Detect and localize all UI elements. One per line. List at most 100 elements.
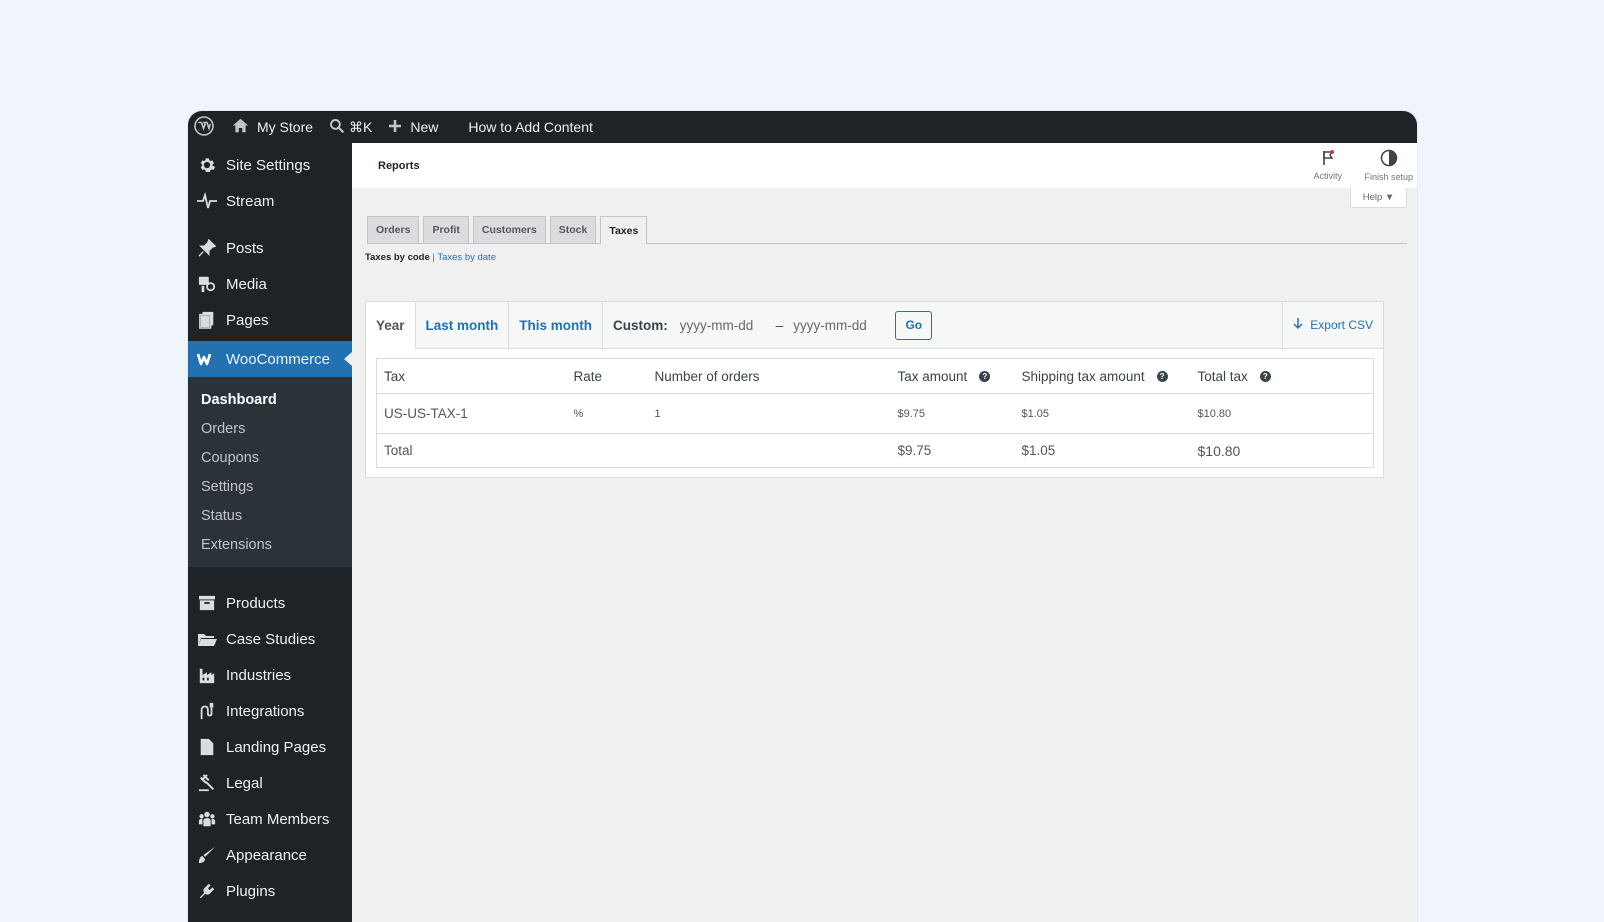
tab-profit[interactable]: Profit: [423, 216, 469, 243]
menu-label: Appearance: [226, 846, 307, 864]
help-icon[interactable]: ?: [979, 371, 991, 383]
menu-woocommerce[interactable]: WooCommerce: [188, 341, 352, 377]
submenu-dashboard[interactable]: Dashboard: [188, 385, 352, 414]
subnav-taxes-by-date-link[interactable]: Taxes by date: [437, 252, 496, 263]
submenu-status[interactable]: Status: [188, 501, 352, 530]
help-icon[interactable]: ?: [1259, 371, 1271, 383]
custom-range: Custom: – Go: [603, 310, 933, 340]
total-tax-amount: $9.75: [890, 433, 1015, 468]
how-to-label: How to Add Content: [468, 119, 593, 135]
pages-icon: [197, 310, 217, 330]
media-icon: [197, 274, 217, 294]
menu-industries[interactable]: Industries: [188, 657, 352, 693]
start-date-input[interactable]: [679, 317, 772, 333]
subnav-separator: |: [432, 252, 435, 263]
cell-rate: %: [566, 393, 648, 434]
total-total-tax: $10.80: [1190, 433, 1374, 468]
range-year-tab[interactable]: Year: [366, 302, 416, 349]
menu-label: Case Studies: [226, 630, 316, 648]
menu-plugins[interactable]: Plugins: [188, 873, 352, 909]
browser-window: My Store ⌘K New How to Add Content Site …: [188, 111, 1417, 922]
submenu-settings[interactable]: Settings: [188, 472, 352, 501]
table-total-row: Total $9.75 $1.05 $10.80: [376, 433, 1374, 468]
menu-label: Site Settings: [226, 156, 311, 174]
admin-bar: My Store ⌘K New How to Add Content: [188, 111, 1417, 143]
search-shortcut: ⌘K: [349, 118, 373, 135]
range-last-month-tab[interactable]: Last month: [416, 302, 510, 348]
taxes-table: Tax Rate Number of orders Tax amount? Sh…: [376, 358, 1374, 468]
menu-products[interactable]: Products: [188, 585, 352, 621]
range-this-month-tab[interactable]: This month: [509, 302, 604, 348]
activity-button[interactable]: Activity: [1313, 143, 1342, 188]
menu-label: Products: [226, 594, 286, 612]
wordpress-logo-icon: [194, 115, 214, 139]
report-tabs: Orders Profit Customers Stock Taxes: [367, 216, 1407, 244]
menu-legal[interactable]: Legal: [188, 765, 352, 801]
menu-appearance[interactable]: Appearance: [188, 837, 352, 873]
col-header-rate: Rate: [566, 358, 648, 394]
menu-media[interactable]: Media: [188, 266, 352, 302]
search-icon: [329, 118, 345, 137]
total-empty-orders: [647, 433, 891, 468]
command-search-button[interactable]: ⌘K: [321, 111, 380, 143]
flag-icon: [1321, 150, 1335, 171]
menu-posts[interactable]: Posts: [188, 230, 352, 266]
groups-icon: [197, 809, 217, 829]
total-label: Total: [376, 433, 567, 468]
menu-site-settings[interactable]: Site Settings: [188, 147, 352, 183]
menu-landing-pages[interactable]: Landing Pages: [188, 729, 352, 765]
col-header-tax-amount: Tax amount?: [890, 358, 1015, 394]
site-name: My Store: [257, 119, 314, 135]
menu-label: Media: [226, 275, 267, 293]
plus-icon: [388, 119, 402, 136]
submenu-orders[interactable]: Orders: [188, 414, 352, 443]
end-date-input[interactable]: [793, 317, 886, 333]
menu-label: Posts: [226, 239, 264, 257]
custom-label: Custom:: [613, 317, 668, 333]
menu-team-members[interactable]: Team Members: [188, 801, 352, 837]
table-row: US-US-TAX-1 % 1 $9.75 $1.05 $10.80: [376, 393, 1374, 434]
report-panel: Year Last month This month Custom: – Go …: [365, 301, 1384, 478]
tab-customers[interactable]: Customers: [472, 216, 546, 243]
col-header-orders: Number of orders: [647, 358, 891, 394]
menu-integrations[interactable]: Integrations: [188, 693, 352, 729]
tab-orders[interactable]: Orders: [367, 216, 420, 243]
submenu-extensions[interactable]: Extensions: [188, 530, 352, 559]
gavel-icon: [197, 773, 217, 793]
go-button[interactable]: Go: [895, 310, 933, 340]
new-content-button[interactable]: New: [380, 111, 446, 143]
brush-icon: [197, 845, 217, 865]
site-name-link[interactable]: My Store: [224, 111, 321, 143]
submenu-coupons[interactable]: Coupons: [188, 443, 352, 472]
menu-label: Industries: [226, 666, 292, 684]
finish-setup-button[interactable]: Finish setup: [1364, 143, 1413, 188]
activity-label: Activity: [1313, 171, 1342, 181]
page-header: Reports Activity Finish setup: [352, 143, 1417, 188]
tab-taxes[interactable]: Taxes: [600, 216, 648, 244]
cell-orders: 1: [647, 393, 891, 434]
help-icon[interactable]: ?: [1156, 371, 1168, 383]
tab-stock[interactable]: Stock: [549, 216, 597, 243]
home-icon: [232, 117, 249, 137]
range-dash: –: [775, 317, 784, 333]
export-csv-button[interactable]: Export CSV: [1282, 302, 1383, 348]
menu-stream[interactable]: Stream: [188, 183, 352, 219]
pulse-icon: [197, 191, 217, 211]
menu-label: WooCommerce: [226, 350, 330, 368]
help-tab-button[interactable]: Help ▼: [1350, 188, 1407, 208]
wordpress-logo-button[interactable]: [188, 111, 224, 143]
new-label: New: [410, 119, 439, 135]
woocommerce-submenu: Dashboard Orders Coupons Settings Status…: [188, 377, 352, 567]
menu-case-studies[interactable]: Case Studies: [188, 621, 352, 657]
date-range-bar: Year Last month This month Custom: – Go …: [366, 302, 1383, 349]
export-label: Export CSV: [1310, 318, 1373, 332]
menu-pages[interactable]: Pages: [188, 302, 352, 338]
menu-label: Plugins: [226, 882, 276, 900]
plugin-icon: [197, 881, 217, 901]
col-header-total-tax: Total tax?: [1190, 358, 1374, 394]
woocommerce-icon: [197, 349, 217, 369]
how-to-link[interactable]: How to Add Content: [460, 111, 601, 143]
total-empty-rate: [566, 433, 648, 468]
progress-circle-icon: [1380, 149, 1398, 172]
cell-shipping-tax: $1.05: [1014, 393, 1191, 434]
